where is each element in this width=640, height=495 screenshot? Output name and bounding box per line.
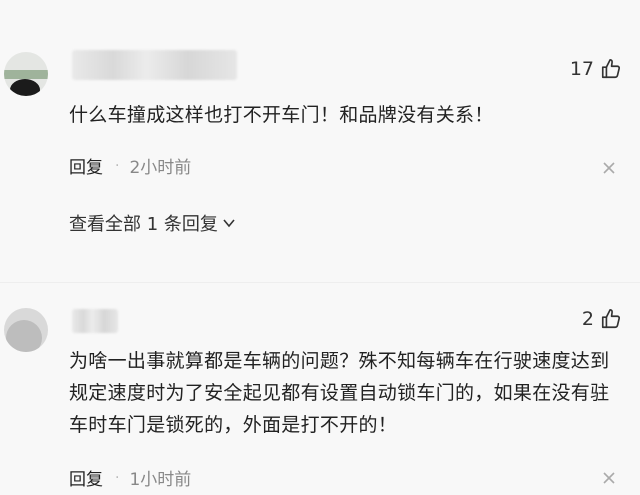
- like-count: 17: [569, 58, 594, 80]
- comment-text: 为啥一出事就算都是车辆的问题？殊不知每辆车在行驶速度达到规定速度时为了安全起见都…: [69, 350, 610, 436]
- avatar[interactable]: [4, 52, 48, 96]
- reply-button[interactable]: 回复: [69, 465, 103, 490]
- close-icon[interactable]: [602, 471, 616, 485]
- username-blurred[interactable]: [72, 309, 118, 333]
- view-all-replies-label: 查看全部 1 条回复: [69, 214, 218, 235]
- thumbs-up-icon: [601, 59, 621, 79]
- chevron-down-icon: [223, 219, 235, 228]
- comment-text: 什么车撞成这样也打不开车门！和品牌没有关系！: [69, 104, 494, 126]
- thumbs-up-icon: [601, 309, 621, 329]
- meta-separator: ·: [115, 157, 120, 174]
- like-button[interactable]: 17: [570, 58, 622, 80]
- meta-separator: ·: [115, 469, 120, 486]
- like-button[interactable]: 2: [582, 308, 622, 330]
- timestamp: 2小时前: [129, 158, 192, 178]
- comment-meta: 回复 · 2小时前: [69, 153, 192, 179]
- reply-button[interactable]: 回复: [69, 153, 103, 178]
- username-blurred[interactable]: [72, 50, 237, 80]
- like-count: 2: [581, 308, 594, 330]
- avatar[interactable]: [4, 308, 48, 352]
- comment-meta: 回复 · 1小时前: [69, 465, 192, 491]
- divider: [0, 282, 640, 283]
- timestamp: 1小时前: [129, 470, 192, 490]
- close-icon[interactable]: [602, 161, 616, 175]
- view-all-replies-button[interactable]: 查看全部 1 条回复: [69, 210, 236, 236]
